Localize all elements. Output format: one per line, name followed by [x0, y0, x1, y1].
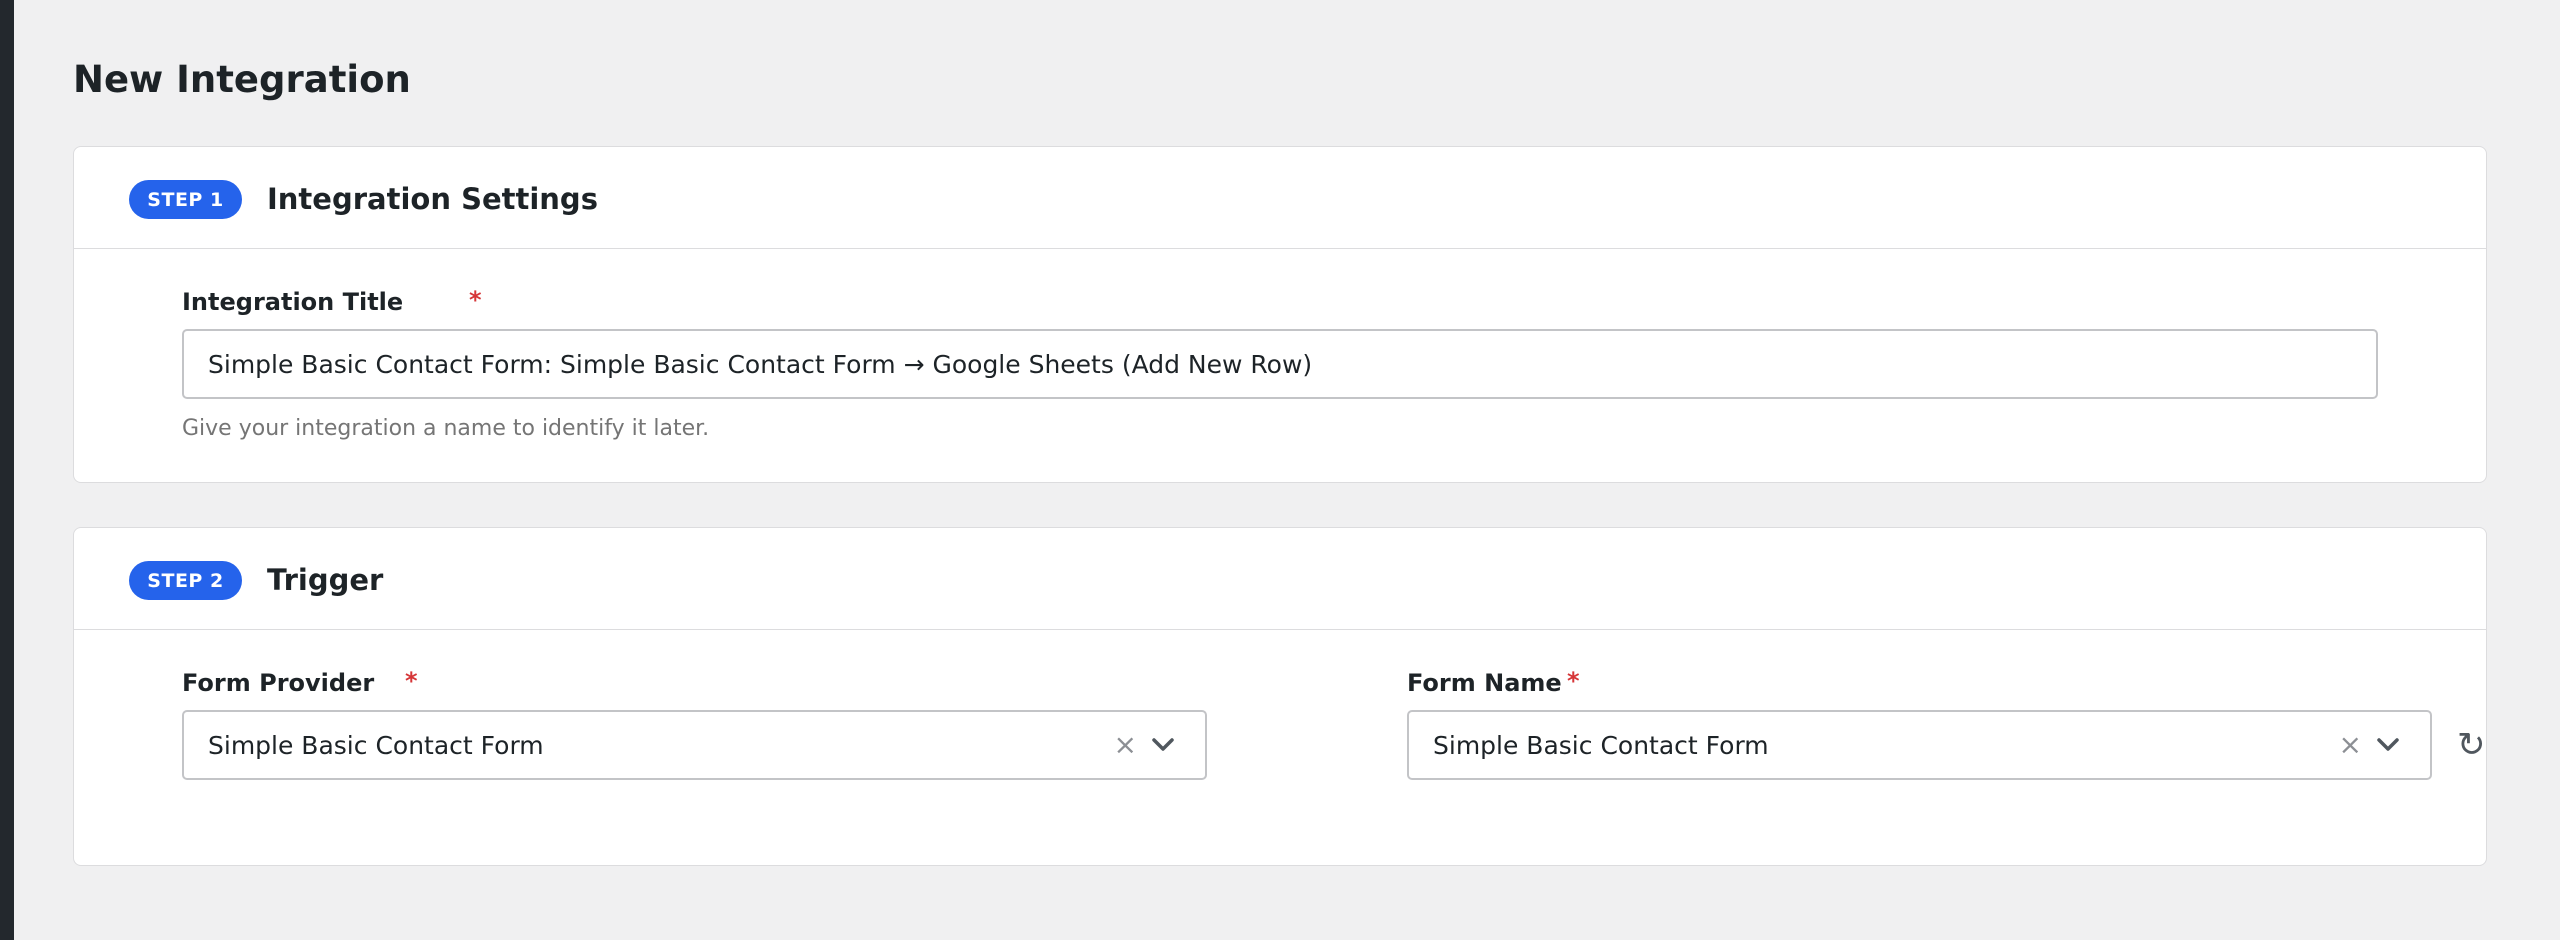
form-provider-select[interactable]: Simple Basic Contact Form ×	[182, 710, 1207, 780]
form-name-label: Form Name	[1407, 669, 1562, 697]
required-marker: *	[469, 286, 482, 314]
refresh-icon[interactable]: ↻	[2457, 728, 2486, 762]
step-badge: STEP 2	[129, 561, 242, 600]
integration-title-label: Integration Title	[182, 288, 404, 316]
close-icon[interactable]: ×	[2339, 731, 2362, 759]
trigger-card: STEP 2 Trigger Form Provider * Simple Ba…	[73, 527, 2487, 866]
card-header: STEP 2 Trigger	[74, 528, 2486, 630]
form-name-value: Simple Basic Contact Form	[1433, 730, 1769, 760]
chevron-down-icon[interactable]	[1149, 731, 1177, 759]
card-header: STEP 1 Integration Settings	[74, 147, 2486, 249]
card-title: Trigger	[267, 563, 384, 597]
page-title: New Integration	[73, 58, 411, 101]
form-provider-value: Simple Basic Contact Form	[208, 730, 544, 760]
step-badge: STEP 1	[129, 180, 242, 219]
form-name-select[interactable]: Simple Basic Contact Form ×	[1407, 710, 2432, 780]
card-title: Integration Settings	[267, 182, 598, 216]
left-edge-bar	[0, 0, 14, 940]
integration-settings-card: STEP 1 Integration Settings Integration …	[73, 146, 2487, 483]
integration-title-input[interactable]	[182, 329, 2378, 399]
required-marker: *	[1567, 667, 1580, 695]
form-provider-label: Form Provider	[182, 669, 375, 697]
integration-title-help: Give your integration a name to identify…	[182, 416, 710, 441]
required-marker: *	[405, 667, 418, 695]
chevron-down-icon[interactable]	[2374, 731, 2402, 759]
close-icon[interactable]: ×	[1114, 731, 1137, 759]
